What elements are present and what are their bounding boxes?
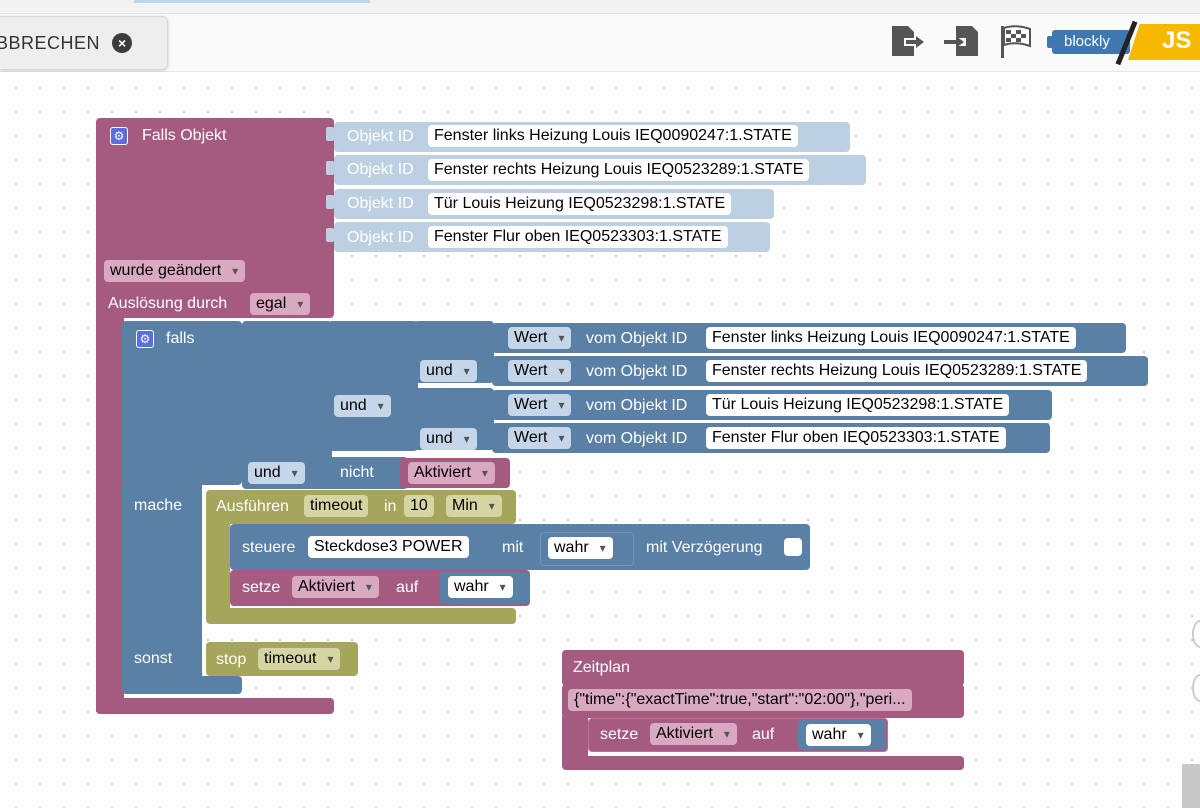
value-dropdown-2[interactable]: Wert xyxy=(508,360,572,382)
abort-button-label: BBRECHEN xyxy=(0,32,101,53)
object-id-label-4: Objekt ID xyxy=(347,229,414,246)
and-dropdown-3[interactable]: und xyxy=(420,428,477,450)
schedule-title: Zeitplan xyxy=(573,659,630,676)
else-label: sonst xyxy=(134,650,173,667)
value-object-field-3[interactable]: Tür Louis Heizung IEQ0523298:1.STATE xyxy=(706,394,1010,416)
run-label: Ausführen xyxy=(216,498,289,515)
stop-label: stop xyxy=(216,651,247,668)
value-dropdown-1[interactable]: Wert xyxy=(508,327,572,349)
stop-timeout-dropdown[interactable]: timeout xyxy=(258,648,341,670)
changed-dropdown[interactable]: wurde geändert xyxy=(104,260,246,282)
in-label: in xyxy=(384,498,397,515)
object-id-connector xyxy=(326,161,334,175)
js-label: JS xyxy=(1162,27,1192,54)
top-strip xyxy=(0,0,1200,14)
object-id-label-1: Objekt ID xyxy=(347,128,414,145)
blockly-label: blockly xyxy=(1047,30,1130,54)
delay-label: mit Verzögerung xyxy=(646,539,763,556)
set-label: setze xyxy=(242,579,281,596)
auf-label: auf xyxy=(396,579,419,596)
object-id-connector xyxy=(326,127,334,141)
gear-icon[interactable]: ⚙ xyxy=(136,330,154,348)
active-tab-indicator xyxy=(134,0,370,3)
control-label: steuere xyxy=(242,539,296,556)
trigger-block-left-bar xyxy=(96,312,124,712)
export-icon[interactable] xyxy=(886,22,926,62)
object-id-connector xyxy=(326,195,334,209)
timeout-value-field[interactable]: 10 xyxy=(404,495,434,517)
gear-icon[interactable]: ⚙ xyxy=(110,127,128,145)
if-label: falls xyxy=(166,330,195,347)
timeout-block-bottom xyxy=(206,608,516,624)
trigger-title: Falls Objekt xyxy=(142,127,227,144)
zoom-control[interactable] xyxy=(1192,674,1200,702)
and-dropdown-1[interactable]: und xyxy=(420,360,477,382)
variable-dropdown[interactable]: Aktiviert xyxy=(408,462,495,484)
object-id-field-1[interactable]: Fenster links Heizung Louis IEQ0090247:1… xyxy=(428,125,798,147)
and-dropdown-2[interactable]: und xyxy=(334,395,391,417)
trigger-by-dropdown[interactable]: egal xyxy=(250,293,311,315)
value-object-field-1[interactable]: Fenster links Heizung Louis IEQ0090247:1… xyxy=(706,327,1076,349)
trash-icon[interactable] xyxy=(1182,764,1200,808)
schedule-variable-dropdown[interactable]: Aktiviert xyxy=(650,723,737,745)
close-icon: × xyxy=(112,33,133,53)
timeout-block-left-bar xyxy=(206,520,230,620)
schedule-bottom xyxy=(562,756,964,770)
boolean-dropdown[interactable]: wahr xyxy=(548,537,613,559)
mit-label: mit xyxy=(502,539,524,556)
trigger-block[interactable] xyxy=(96,118,334,318)
do-label: mache xyxy=(134,497,183,514)
object-id-label-2: Objekt ID xyxy=(347,161,414,178)
and-block-middle[interactable] xyxy=(328,321,418,451)
object-id-label-3: Objekt ID xyxy=(347,195,414,212)
vom-label-4: vom Objekt ID xyxy=(586,430,688,447)
schedule-set-label: setze xyxy=(600,726,639,743)
device-field[interactable]: Steckdose3 POWER xyxy=(308,536,469,558)
value-object-field-2[interactable]: Fenster rechts Heizung Louis IEQ0523289:… xyxy=(706,360,1088,382)
timeout-unit-dropdown[interactable]: Min xyxy=(446,495,502,517)
checkered-flag-icon[interactable] xyxy=(996,22,1036,62)
and-dropdown-4[interactable]: und xyxy=(248,462,305,484)
set-variable-dropdown[interactable]: Aktiviert xyxy=(292,576,379,598)
set-value-dropdown[interactable]: wahr xyxy=(448,576,513,598)
if-block-bottom xyxy=(122,676,242,694)
vom-label-3: vom Objekt ID xyxy=(586,397,688,414)
delay-checkbox[interactable] xyxy=(784,538,802,556)
zoom-control[interactable] xyxy=(1192,620,1200,648)
value-dropdown-4[interactable]: Wert xyxy=(508,427,572,449)
abort-button[interactable]: BBRECHEN × xyxy=(0,16,168,70)
trigger-block-bottom xyxy=(96,698,334,714)
vom-label-2: vom Objekt ID xyxy=(586,363,688,380)
blockly-workspace[interactable]: ⚙ Falls Objekt Objekt ID Fenster links H… xyxy=(0,72,1200,808)
trigger-by-label: Auslösung durch xyxy=(108,295,228,312)
schedule-auf-label: auf xyxy=(752,726,775,743)
object-id-field-2[interactable]: Fenster rechts Heizung Louis IEQ0523289:… xyxy=(428,159,810,181)
not-label: nicht xyxy=(340,464,374,481)
schedule-spec-field[interactable]: {"time":{"exactTime":true,"start":"02:00… xyxy=(568,689,912,711)
vom-label-1: vom Objekt ID xyxy=(586,330,688,347)
import-icon[interactable] xyxy=(942,22,982,62)
object-id-field-4[interactable]: Fenster Flur oben IEQ0523303:1.STATE xyxy=(428,226,728,248)
object-id-field-3[interactable]: Tür Louis Heizung IEQ0523298:1.STATE xyxy=(428,193,732,215)
object-id-connector xyxy=(326,228,334,242)
timeout-name-field[interactable]: timeout xyxy=(304,495,369,517)
value-dropdown-3[interactable]: Wert xyxy=(508,394,572,416)
schedule-value-dropdown[interactable]: wahr xyxy=(806,724,871,746)
value-object-field-4[interactable]: Fenster Flur oben IEQ0523303:1.STATE xyxy=(706,427,1006,449)
